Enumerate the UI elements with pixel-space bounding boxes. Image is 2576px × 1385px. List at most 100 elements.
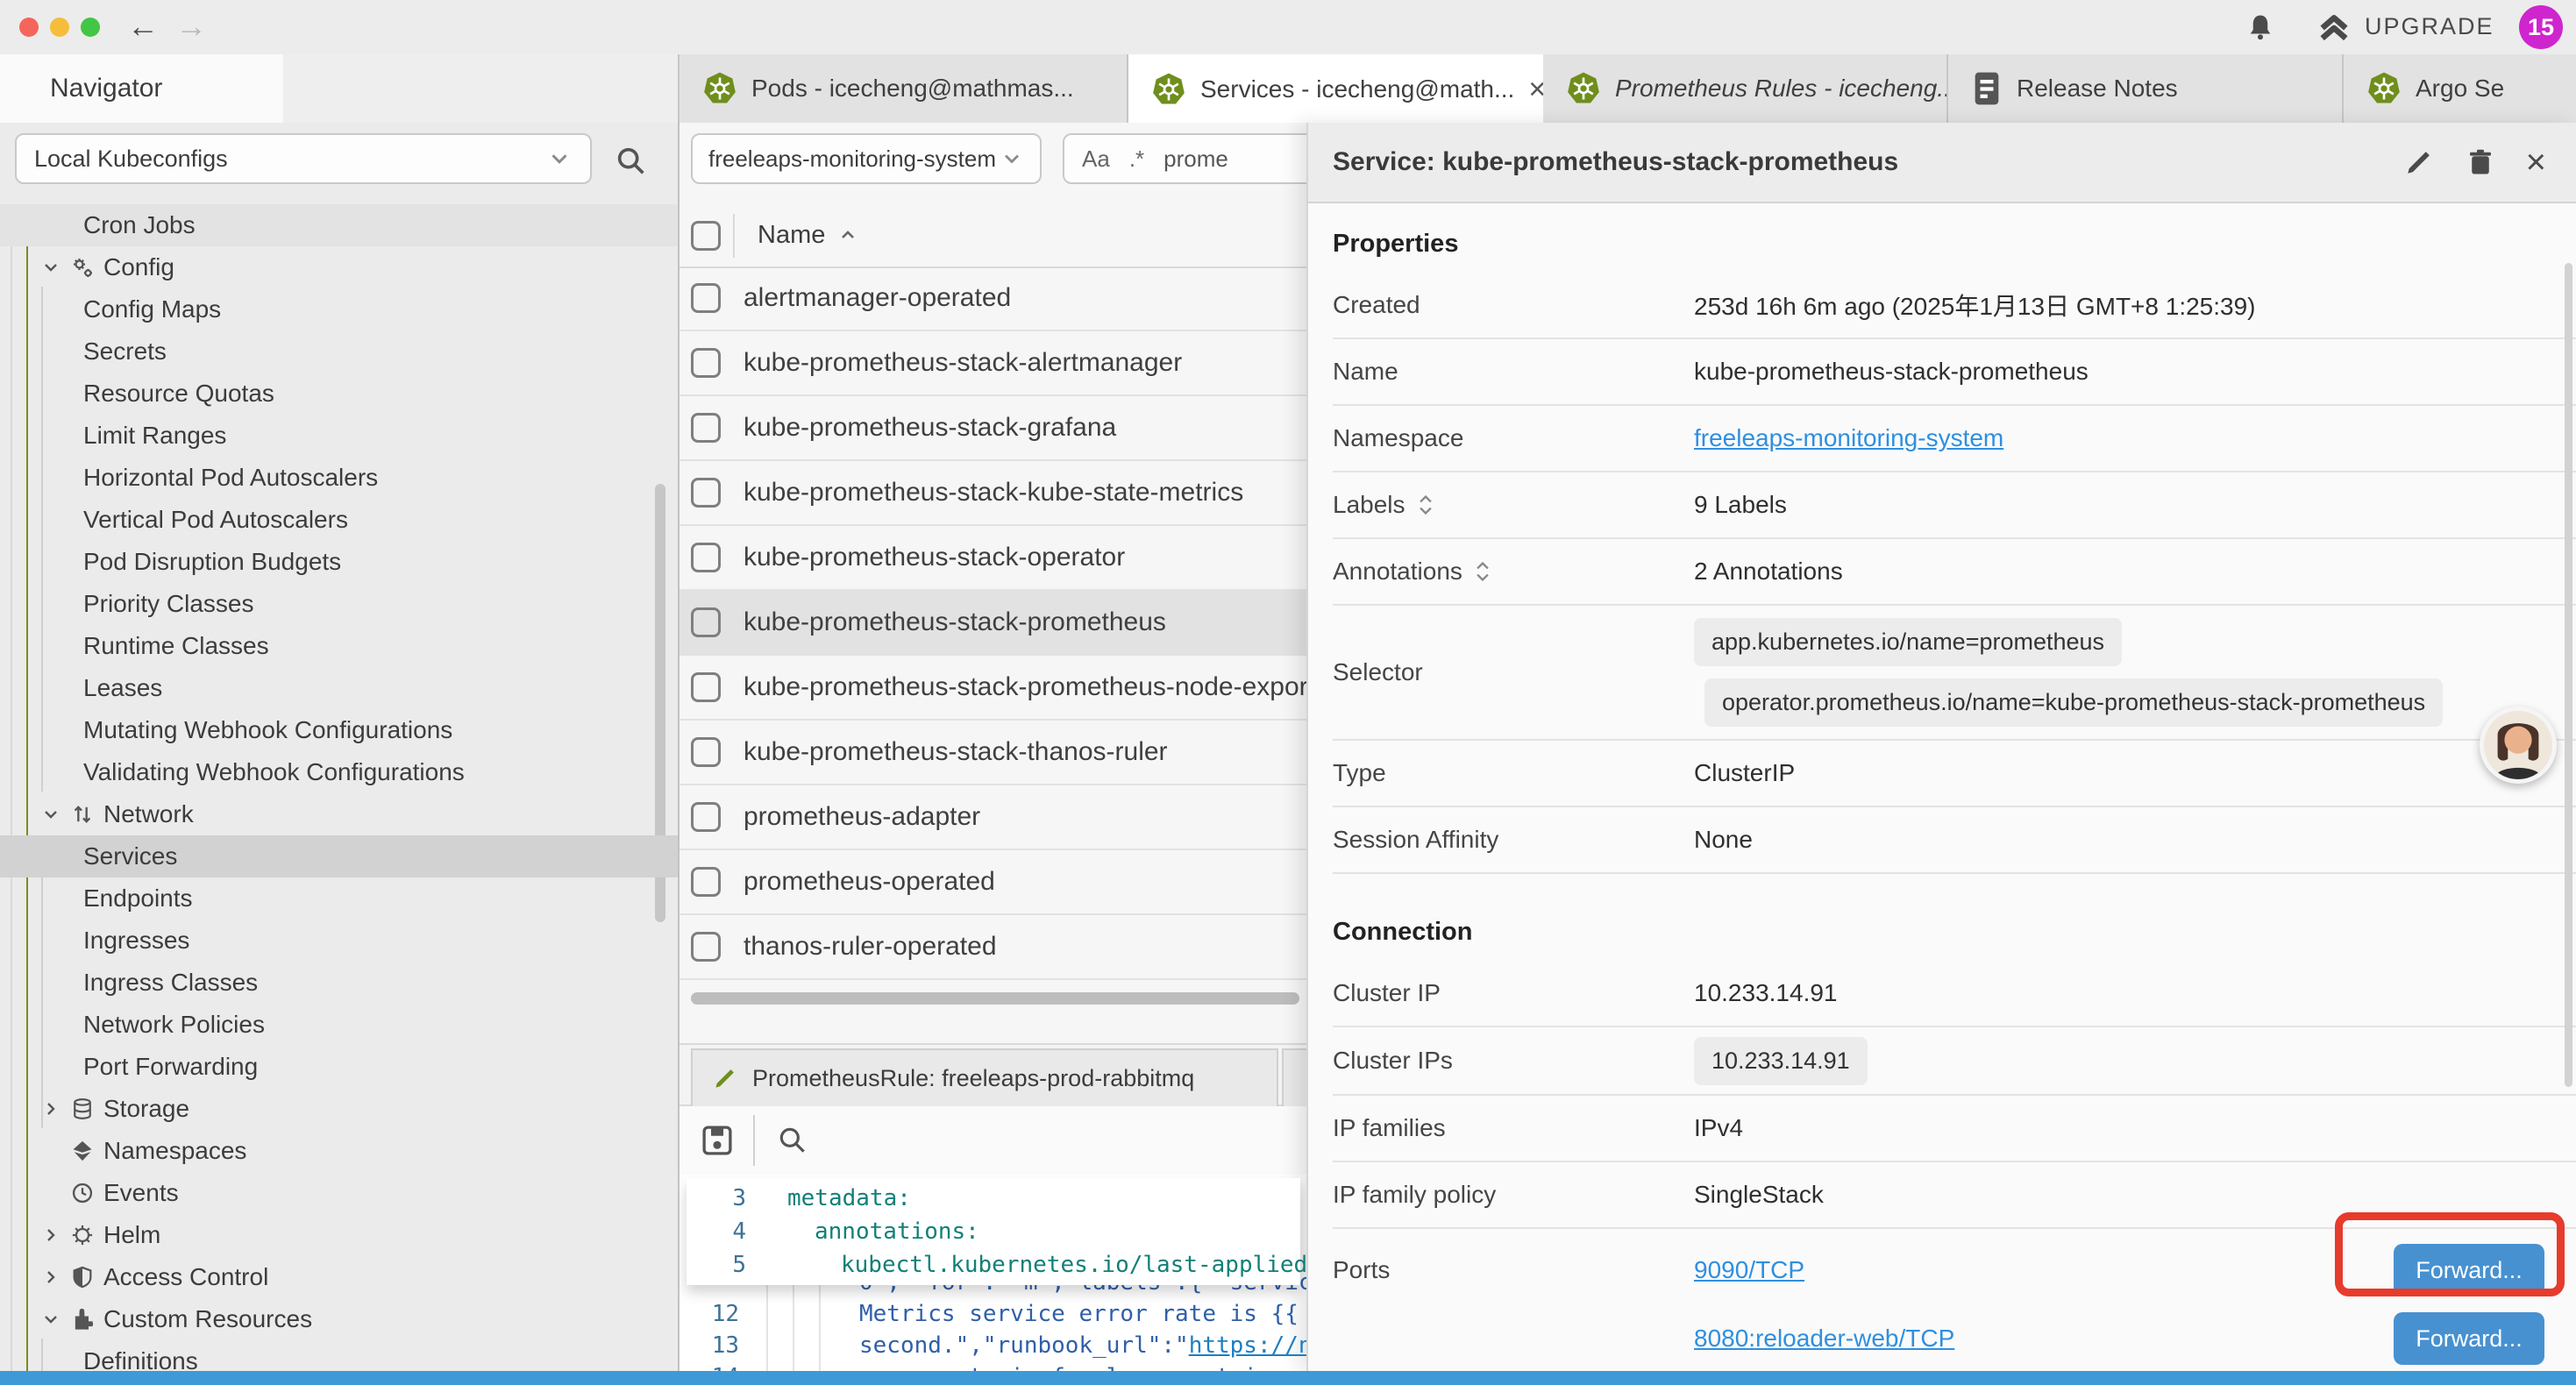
row-checkbox[interactable]: [691, 802, 721, 832]
sidebar-item-secrets[interactable]: Secrets: [0, 330, 680, 373]
sidebar-item-helm[interactable]: Helm: [0, 1214, 680, 1256]
row-checkbox[interactable]: [691, 607, 721, 637]
port-link[interactable]: 8080:reloader-web/TCP: [1694, 1325, 2394, 1353]
sidebar-item-vertical-pod-autoscalers[interactable]: Vertical Pod Autoscalers: [0, 499, 680, 541]
forward-arrow-icon[interactable]: →: [175, 7, 207, 46]
code-link[interactable]: https://net: [1189, 1332, 1306, 1359]
editor-tab-partial[interactable]: [1282, 1048, 1306, 1106]
table-row[interactable]: alertmanager-operated: [680, 266, 1306, 331]
row-checkbox[interactable]: [691, 737, 721, 767]
sidebar-item-endpoints[interactable]: Endpoints: [0, 877, 680, 920]
sidebar-item-ingress-classes[interactable]: Ingress Classes: [0, 962, 680, 1004]
row-checkbox[interactable]: [691, 672, 721, 702]
row-checkbox[interactable]: [691, 867, 721, 897]
sidebar-item-ingresses[interactable]: Ingresses: [0, 920, 680, 962]
table-row[interactable]: kube-prometheus-stack-kube-state-metrics: [680, 461, 1306, 526]
match-case-toggle[interactable]: Aa: [1082, 146, 1110, 173]
sidebar-item-network[interactable]: Network: [0, 793, 680, 835]
row-checkbox[interactable]: [691, 543, 721, 572]
code-line[interactable]: 13 second.","runbook_url":"https://net: [680, 1329, 1306, 1362]
labels-sort-control[interactable]: Labels: [1333, 491, 1694, 519]
sidebar-item-config-maps[interactable]: Config Maps: [0, 288, 680, 330]
tab-services[interactable]: Services - icecheng@math... ×: [1128, 54, 1543, 124]
avatar[interactable]: [2480, 707, 2557, 784]
sidebar-item-definitions[interactable]: Definitions: [0, 1340, 680, 1371]
notification-badge[interactable]: 15: [2519, 5, 2563, 49]
namespace-link[interactable]: freeleaps-monitoring-system: [1694, 424, 2003, 451]
sidebar-item-network-policies[interactable]: Network Policies: [0, 1004, 680, 1046]
close-tab-icon[interactable]: ×: [1528, 73, 1543, 107]
tab-argo[interactable]: Argo Se: [2344, 54, 2576, 123]
row-checkbox[interactable]: [691, 348, 721, 378]
sidebar-item-leases[interactable]: Leases: [0, 667, 680, 709]
table-row[interactable]: kube-prometheus-stack-alertmanager: [680, 331, 1306, 396]
sidebar-item-cron-jobs[interactable]: Cron Jobs: [0, 204, 680, 246]
chevron-down-icon: [40, 804, 61, 825]
sidebar-item-validating-webhook-configurations[interactable]: Validating Webhook Configurations: [0, 751, 680, 793]
code-line[interactable]: 5 kubectl.kubernetes.io/last-applied-co: [687, 1248, 1300, 1282]
sidebar-item-priority-classes[interactable]: Priority Classes: [0, 583, 680, 625]
code-line[interactable]: 14 error rate in freeleaps metrics ser: [680, 1360, 1306, 1371]
name-column-header[interactable]: Name: [758, 221, 858, 250]
search-icon[interactable]: [614, 144, 649, 179]
property-row-cluster-ips: Cluster IPs 10.233.14.91: [1333, 1027, 2576, 1096]
code-line[interactable]: 4 annotations:: [687, 1215, 1300, 1248]
sidebar-item-services[interactable]: Services: [0, 835, 680, 877]
editor-tab-strip: PrometheusRule: freeleaps-prod-rabbitmq: [680, 1043, 1306, 1106]
traffic-light-close-icon[interactable]: [19, 18, 39, 37]
tab-release-notes[interactable]: Release Notes: [1948, 54, 2344, 123]
table-row[interactable]: kube-prometheus-stack-thanos-ruler: [680, 721, 1306, 785]
sidebar-item-config[interactable]: Config: [0, 246, 680, 288]
forward-button[interactable]: Forward...: [2394, 1312, 2544, 1365]
kubeconfig-selector[interactable]: Local Kubeconfigs: [15, 133, 592, 184]
sidebar-item-access-control[interactable]: Access Control: [0, 1256, 680, 1298]
sidebar-item-horizontal-pod-autoscalers[interactable]: Horizontal Pod Autoscalers: [0, 457, 680, 499]
row-checkbox[interactable]: [691, 932, 721, 962]
code-line[interactable]: 12 Metrics service error rate is {{ $va: [680, 1297, 1306, 1331]
port-link[interactable]: 9090/TCP: [1694, 1256, 2394, 1284]
sidebar-item-limit-ranges[interactable]: Limit Ranges: [0, 415, 680, 457]
tab-prometheus-rules[interactable]: Prometheus Rules - icecheng...: [1543, 54, 1948, 123]
sidebar-item-port-forwarding[interactable]: Port Forwarding: [0, 1046, 680, 1088]
sidebar-item-resource-quotas[interactable]: Resource Quotas: [0, 373, 680, 415]
sidebar-item-events[interactable]: Events: [0, 1172, 680, 1214]
table-row[interactable]: prometheus-adapter: [680, 785, 1306, 850]
search-icon[interactable]: [776, 1124, 809, 1157]
drawer-scrollbar[interactable]: [2565, 263, 2572, 1087]
row-checkbox[interactable]: [691, 413, 721, 443]
row-checkbox[interactable]: [691, 283, 721, 313]
sidebar-item-storage[interactable]: Storage: [0, 1088, 680, 1130]
table-row[interactable]: prometheus-operated: [680, 850, 1306, 915]
service-search-input[interactable]: Aa .* prome: [1063, 133, 1306, 184]
sidebar-item-custom-resources[interactable]: Custom Resources: [0, 1298, 680, 1340]
yaml-editor[interactable]: 0', 'for': 'm', labels :{ 'service': 3 m…: [680, 1175, 1306, 1371]
namespace-filter-select[interactable]: freeleaps-monitoring-system: [691, 133, 1042, 184]
bell-icon[interactable]: [2245, 11, 2276, 43]
sidebar-item-namespaces[interactable]: Namespaces: [0, 1130, 680, 1172]
row-checkbox[interactable]: [691, 478, 721, 508]
annotations-sort-control[interactable]: Annotations: [1333, 558, 1694, 586]
editor-tab-prometheusrule[interactable]: PrometheusRule: freeleaps-prod-rabbitmq: [691, 1048, 1278, 1106]
table-row[interactable]: kube-prometheus-stack-operator: [680, 526, 1306, 591]
upgrade-icon[interactable]: [2316, 11, 2352, 46]
code-line[interactable]: 3 metadata:: [687, 1182, 1300, 1215]
back-arrow-icon[interactable]: ←: [127, 7, 159, 46]
table-row-selected[interactable]: kube-prometheus-stack-prometheus: [680, 591, 1306, 656]
save-icon[interactable]: [699, 1122, 736, 1159]
upgrade-label[interactable]: UPGRADE: [2365, 13, 2494, 40]
table-row[interactable]: kube-prometheus-stack-grafana: [680, 396, 1306, 461]
close-icon[interactable]: ×: [2526, 146, 2546, 178]
table-row[interactable]: thanos-ruler-operated: [680, 915, 1306, 980]
table-row[interactable]: kube-prometheus-stack-prometheus-node-ex…: [680, 656, 1306, 721]
tab-pods[interactable]: Pods - icecheng@mathmas...: [680, 54, 1128, 123]
regex-toggle[interactable]: .*: [1129, 146, 1144, 173]
horizontal-scrollbar[interactable]: [691, 992, 1299, 1005]
traffic-light-minimize-icon[interactable]: [50, 18, 69, 37]
sidebar-item-pod-disruption-budgets[interactable]: Pod Disruption Budgets: [0, 541, 680, 583]
sidebar-item-runtime-classes[interactable]: Runtime Classes: [0, 625, 680, 667]
trash-icon[interactable]: [2465, 146, 2496, 178]
sidebar-item-mutating-webhook-configurations[interactable]: Mutating Webhook Configurations: [0, 709, 680, 751]
traffic-light-maximize-icon[interactable]: [81, 18, 100, 37]
edit-pencil-icon[interactable]: [2403, 146, 2435, 178]
select-all-checkbox[interactable]: [691, 221, 721, 251]
